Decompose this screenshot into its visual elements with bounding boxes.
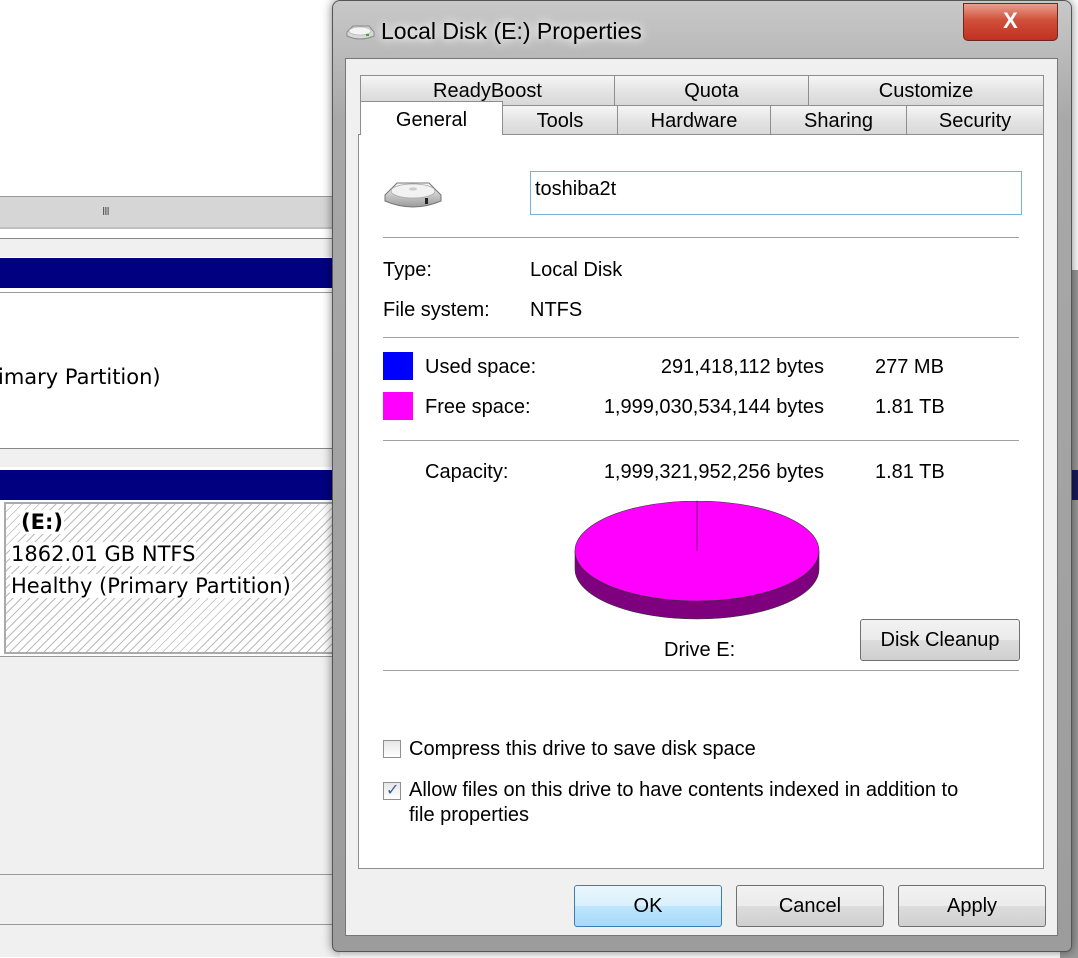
divider [0,924,340,925]
type-value: Local Disk [530,259,623,281]
partition-block-e[interactable]: (E:) 1862.01 GB NTFS Healthy (Primary Pa… [4,502,340,654]
tab-label: Hardware [650,110,738,132]
index-label-line2: file properties [409,804,530,826]
horizontal-scrollbar[interactable]: III [0,197,340,229]
close-button[interactable]: X [963,3,1058,41]
partition-block[interactable]: imary Partition) [0,292,340,445]
separator [383,440,1019,441]
file-system-value: NTFS [530,299,583,321]
pie-slice-free-space [574,500,820,602]
index-checkbox[interactable]: ✓ [383,780,401,800]
capacity-label: Capacity: [425,461,509,483]
used-space-swatch [383,352,413,380]
button-label: Cancel [778,895,842,917]
partition-status: imary Partition) [0,365,161,389]
tab-label: ReadyBoost [433,80,542,102]
checkmark-icon: ✓ [386,780,400,799]
partition-status: Healthy (Primary Partition) [10,574,292,598]
close-icon: X [1003,8,1018,33]
divider-strip [0,238,340,257]
compress-checkbox[interactable] [383,740,401,758]
file-system-label: File system: [383,299,490,321]
type-label: Type: [383,259,432,281]
button-label: Disk Cleanup [880,629,1000,651]
ok-button[interactable]: OK [574,885,722,927]
tab-sharing[interactable]: Sharing [770,105,907,135]
free-space-size: 1.81 TB [875,396,945,418]
lower-pane [0,656,340,957]
tab-label: Security [938,110,1012,132]
tab-security[interactable]: Security [906,105,1044,135]
index-label-line1: Allow files on this drive to have conten… [409,779,959,801]
dialog-title: Local Disk (E:) Properties [381,18,642,44]
free-space-swatch [383,392,413,420]
separator [383,337,1019,338]
tab-hardware[interactable]: Hardware [617,105,771,135]
general-tab-panel: Type: Local Disk File system: NTFS Used … [358,134,1044,869]
separator [383,237,1019,238]
volume-name-input[interactable] [530,171,1022,215]
partition-drive-letter: (E:) [20,510,64,534]
separator [383,670,1019,671]
used-space-label: Used space: [425,356,537,378]
tab-tools[interactable]: Tools [502,105,618,135]
compress-label: Compress this drive to save disk space [409,738,756,760]
tab-label: Quota [684,80,739,102]
capacity-bytes: 1,999,321,952,256 bytes [603,461,824,483]
apply-button[interactable]: Apply [898,885,1046,927]
tab-label: Customize [878,80,974,102]
tab-customize[interactable]: Customize [808,75,1044,105]
cancel-button[interactable]: Cancel [736,885,884,927]
drive-label: Drive E: [664,639,736,661]
used-space-bytes: 291,418,112 bytes [660,356,824,378]
free-space-label: Free space: [425,396,531,418]
tab-label: General [395,109,468,131]
tab-label: Sharing [804,110,873,132]
button-label: OK [633,895,663,917]
volume-list-area [0,0,340,197]
hard-drive-icon [384,182,442,208]
tab-quota[interactable]: Quota [614,75,809,105]
divider [0,874,340,875]
divider-strip [0,448,340,467]
dialog-client-area: ReadyBoost Quota Customize General Tools… [345,58,1058,936]
free-space-bytes: 1,999,030,534,144 bytes [603,396,824,418]
disk-cleanup-button[interactable]: Disk Cleanup [860,619,1020,661]
partition-size: 1862.01 GB NTFS [10,542,197,566]
tab-label: Tools [536,110,584,132]
drive-icon [346,25,375,40]
scroll-grip-icon[interactable]: III [102,205,110,218]
capacity-size: 1.81 TB [875,461,945,483]
used-space-size: 277 MB [875,356,944,378]
tab-general[interactable]: General [360,101,503,135]
properties-dialog: Local Disk (E:) Properties X ReadyBoost … [332,0,1072,952]
disk-usage-pie-chart [574,500,820,620]
button-label: Apply [946,895,998,917]
title-bar[interactable]: Local Disk (E:) Properties X [333,1,1071,61]
partition-header-bar [0,470,340,500]
partition-header-bar [0,258,340,288]
tab-row-front: General Tools Hardware Sharing Security [360,101,1044,135]
